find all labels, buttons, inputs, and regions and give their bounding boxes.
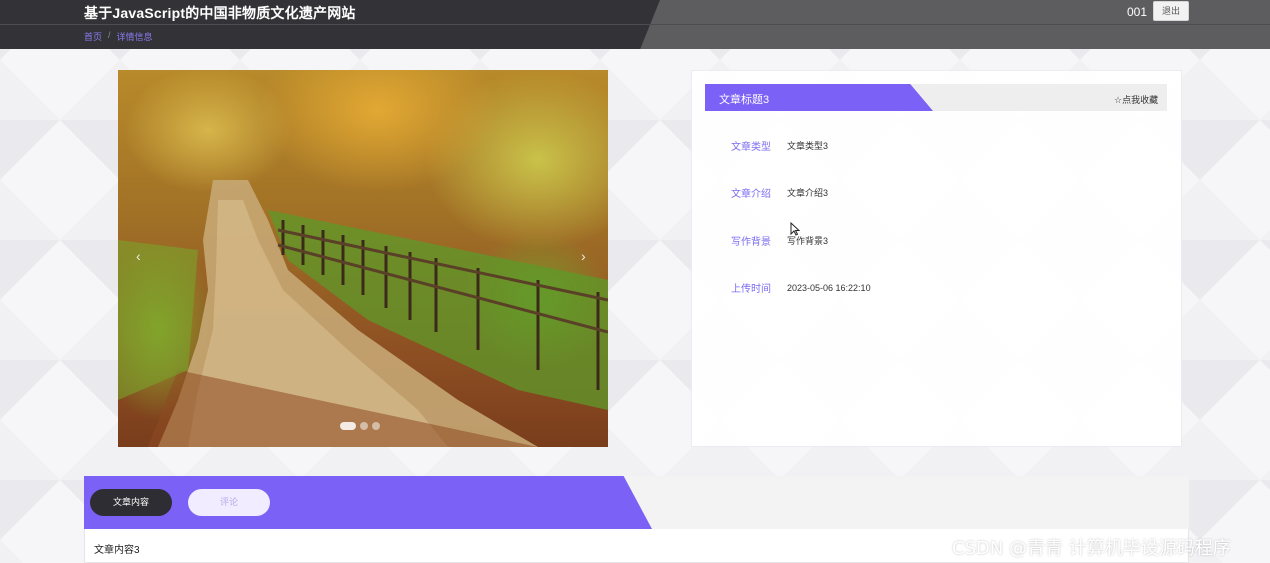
field-value: 文章类型3 bbox=[787, 141, 829, 151]
field-label: 文章介绍 bbox=[731, 189, 771, 200]
breadcrumb-current: 详情信息 bbox=[116, 32, 153, 42]
image-carousel[interactable]: ‹ › bbox=[118, 70, 608, 447]
article-detail-card bbox=[691, 70, 1182, 447]
field-upload-time: 上传时间 2023-05-06 16:22:10 bbox=[731, 280, 871, 296]
carousel-indicator[interactable] bbox=[360, 422, 368, 430]
logout-button[interactable]: 退出 bbox=[1153, 1, 1189, 21]
mouse-cursor-icon bbox=[790, 222, 800, 236]
carousel-indicator[interactable] bbox=[340, 422, 356, 430]
field-label: 文章类型 bbox=[731, 142, 771, 153]
site-title: 基于JavaScript的中国非物质文化遗产网站 bbox=[84, 5, 356, 21]
carousel-prev-icon[interactable]: ‹ bbox=[136, 248, 141, 264]
breadcrumb: 首页 / 详情信息 bbox=[84, 30, 153, 43]
carousel-next-icon[interactable]: › bbox=[581, 248, 586, 264]
autumn-path-image bbox=[118, 180, 608, 447]
tab-comments[interactable]: 评论 bbox=[188, 489, 270, 516]
field-article-intro: 文章介绍 文章介绍3 bbox=[731, 185, 828, 200]
breadcrumb-home-link[interactable]: 首页 bbox=[84, 30, 102, 43]
tab-article-content[interactable]: 文章内容 bbox=[90, 489, 172, 516]
csdn-watermark: CSDN @青青 计算机毕设源码程序 bbox=[952, 538, 1231, 559]
article-title: 文章标题3 bbox=[719, 94, 770, 106]
carousel-indicator[interactable] bbox=[372, 422, 380, 430]
field-article-type: 文章类型 文章类型3 bbox=[731, 138, 828, 153]
breadcrumb-separator: / bbox=[108, 30, 111, 40]
field-value: 文章介绍3 bbox=[787, 188, 829, 198]
navbar-divider bbox=[0, 24, 1270, 25]
field-label: 上传时间 bbox=[731, 284, 771, 295]
carousel-indicators bbox=[340, 422, 380, 430]
username-label[interactable]: 001 bbox=[1127, 5, 1147, 19]
field-writing-background: 写作背景 写作背景3 bbox=[731, 233, 828, 248]
favorite-button[interactable]: ☆点我收藏 bbox=[1114, 93, 1158, 106]
field-value: 2023-05-06 16:22:10 bbox=[787, 282, 871, 293]
field-label: 写作背景 bbox=[731, 237, 771, 248]
article-body-text: 文章内容3 bbox=[94, 545, 140, 556]
